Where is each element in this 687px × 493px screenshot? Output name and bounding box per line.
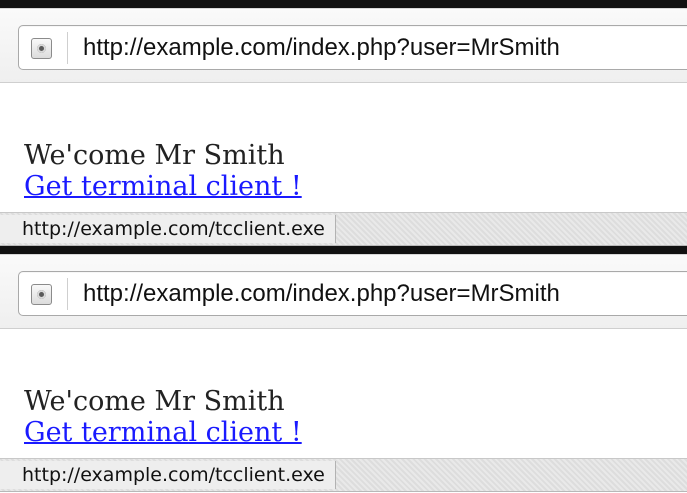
page-content: We'come Mr Smith Get terminal client ! — [24, 386, 664, 449]
window-top-border — [0, 246, 687, 255]
status-bar: http://example.com/tcclient.exe — [0, 212, 687, 246]
address-bar[interactable]: http://example.com/index.php?user=MrSmit… — [18, 25, 687, 70]
address-bar-separator — [67, 278, 68, 310]
page-content: We'come Mr Smith Get terminal client ! — [24, 140, 664, 203]
window-top-border — [0, 0, 687, 9]
browser-screenshot: http://example.com/index.php?user=MrSmit… — [0, 0, 687, 493]
address-bar-url[interactable]: http://example.com/index.php?user=MrSmit… — [83, 36, 560, 60]
browser-toolbar: http://example.com/index.php?user=MrSmit… — [0, 255, 687, 329]
address-bar-separator — [67, 32, 68, 64]
status-bar: http://example.com/tcclient.exe — [0, 458, 687, 492]
site-info-icon[interactable] — [31, 284, 52, 305]
welcome-message: We'come Mr Smith — [24, 386, 285, 417]
browser-view-1: http://example.com/index.php?user=MrSmit… — [0, 0, 687, 247]
browser-toolbar: http://example.com/index.php?user=MrSmit… — [0, 9, 687, 83]
address-bar-url[interactable]: http://example.com/index.php?user=MrSmit… — [83, 282, 560, 306]
browser-view-2: http://example.com/index.php?user=MrSmit… — [0, 246, 687, 493]
address-bar[interactable]: http://example.com/index.php?user=MrSmit… — [18, 271, 687, 316]
status-bar-url: http://example.com/tcclient.exe — [0, 215, 336, 243]
site-info-icon[interactable] — [31, 38, 52, 59]
welcome-message: We'come Mr Smith — [24, 140, 285, 171]
get-terminal-client-link[interactable]: Get terminal client ! — [24, 417, 302, 449]
get-terminal-client-link[interactable]: Get terminal client ! — [24, 171, 302, 203]
status-bar-url: http://example.com/tcclient.exe — [0, 461, 336, 489]
